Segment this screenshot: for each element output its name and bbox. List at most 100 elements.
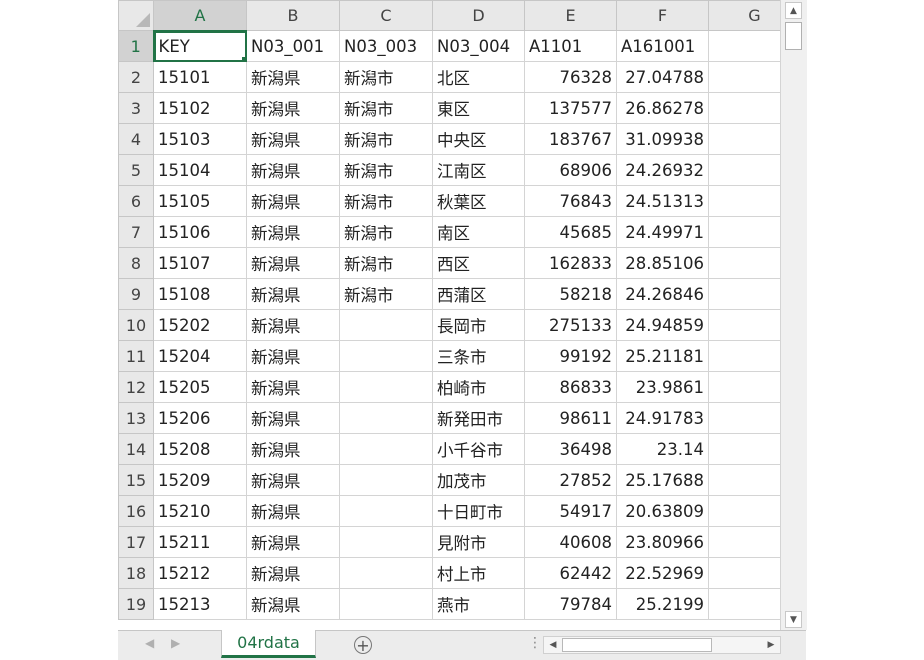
cell-d2[interactable]: 北区 (432, 61, 525, 93)
column-header-e[interactable]: E (524, 0, 617, 31)
cell-f6[interactable]: 24.51313 (616, 185, 709, 217)
cell-a10[interactable]: 15202 (153, 309, 247, 341)
row-header[interactable]: 4 (118, 123, 154, 155)
column-header-f[interactable]: F (616, 0, 709, 31)
cell-e12[interactable]: 86833 (524, 371, 617, 403)
cell-d8[interactable]: 西区 (432, 247, 525, 279)
cell-e17[interactable]: 40608 (524, 526, 617, 558)
cell-e7[interactable]: 45685 (524, 216, 617, 248)
cell-d6[interactable]: 秋葉区 (432, 185, 525, 217)
row-header[interactable]: 16 (118, 495, 154, 527)
row-header[interactable]: 7 (118, 216, 154, 248)
cell-b3[interactable]: 新潟県 (246, 92, 340, 124)
cell-a18[interactable]: 15212 (153, 557, 247, 589)
cell-c1[interactable]: N03_003 (339, 30, 433, 62)
scroll-right-icon[interactable]: ▶ (763, 637, 779, 653)
cell-f14[interactable]: 23.14 (616, 433, 709, 465)
cell-d3[interactable]: 東区 (432, 92, 525, 124)
cell-f16[interactable]: 20.63809 (616, 495, 709, 527)
cell-e18[interactable]: 62442 (524, 557, 617, 589)
cell-c18[interactable] (339, 557, 433, 589)
cell-f9[interactable]: 24.26846 (616, 278, 709, 310)
row-header[interactable]: 9 (118, 278, 154, 310)
row-header[interactable]: 13 (118, 402, 154, 434)
cell-c3[interactable]: 新潟市 (339, 92, 433, 124)
cell-e3[interactable]: 137577 (524, 92, 617, 124)
spreadsheet-area[interactable]: ABCDEFG 1 KEY N03_001 N03_003 N03_004 A1101 A1… (118, 0, 806, 660)
next-sheet-icon[interactable]: ▶ (171, 636, 180, 650)
cell-a2[interactable]: 15101 (153, 61, 247, 93)
cell-a17[interactable]: 15211 (153, 526, 247, 558)
cell-c10[interactable] (339, 309, 433, 341)
cell-d18[interactable]: 村上市 (432, 557, 525, 589)
row-header[interactable]: 8 (118, 247, 154, 279)
add-sheet-icon[interactable]: + (354, 636, 372, 654)
row-header[interactable]: 1 (118, 30, 155, 62)
cell-b7[interactable]: 新潟県 (246, 216, 340, 248)
column-header-b[interactable]: B (246, 0, 340, 31)
cell-c15[interactable] (339, 464, 433, 496)
row-header[interactable]: 3 (118, 92, 154, 124)
cell-d19[interactable]: 燕市 (432, 588, 525, 620)
cell-c2[interactable]: 新潟市 (339, 61, 433, 93)
cell-b6[interactable]: 新潟県 (246, 185, 340, 217)
row-header[interactable]: 5 (118, 154, 154, 186)
cell-d5[interactable]: 江南区 (432, 154, 525, 186)
cell-b14[interactable]: 新潟県 (246, 433, 340, 465)
cell-d13[interactable]: 新発田市 (432, 402, 525, 434)
cell-c7[interactable]: 新潟市 (339, 216, 433, 248)
cell-c19[interactable] (339, 588, 433, 620)
cell-f10[interactable]: 24.94859 (616, 309, 709, 341)
row-header[interactable]: 17 (118, 526, 154, 558)
row-header[interactable]: 12 (118, 371, 154, 403)
cell-e8[interactable]: 162833 (524, 247, 617, 279)
vertical-scrollbar[interactable]: ▲ ▼ (780, 0, 807, 630)
cell-b15[interactable]: 新潟県 (246, 464, 340, 496)
cell-e19[interactable]: 79784 (524, 588, 617, 620)
row-header[interactable]: 11 (118, 340, 154, 372)
column-header-a[interactable]: A (153, 0, 247, 32)
cell-b12[interactable]: 新潟県 (246, 371, 340, 403)
cell-a11[interactable]: 15204 (153, 340, 247, 372)
cell-a5[interactable]: 15104 (153, 154, 247, 186)
cell-e11[interactable]: 99192 (524, 340, 617, 372)
cell-a8[interactable]: 15107 (153, 247, 247, 279)
cell-b17[interactable]: 新潟県 (246, 526, 340, 558)
cell-b5[interactable]: 新潟県 (246, 154, 340, 186)
cell-c14[interactable] (339, 433, 433, 465)
cell-d1[interactable]: N03_004 (432, 30, 525, 62)
horizontal-scroll-thumb[interactable] (562, 638, 712, 652)
row-header[interactable]: 15 (118, 464, 154, 496)
row-header[interactable]: 14 (118, 433, 154, 465)
cell-b10[interactable]: 新潟県 (246, 309, 340, 341)
cell-d15[interactable]: 加茂市 (432, 464, 525, 496)
cell-c5[interactable]: 新潟市 (339, 154, 433, 186)
cell-f8[interactable]: 28.85106 (616, 247, 709, 279)
cell-f15[interactable]: 25.17688 (616, 464, 709, 496)
cell-d7[interactable]: 南区 (432, 216, 525, 248)
cell-e15[interactable]: 27852 (524, 464, 617, 496)
cell-a16[interactable]: 15210 (153, 495, 247, 527)
scroll-up-icon[interactable]: ▲ (785, 2, 802, 19)
tab-split-handle-icon[interactable]: ⋮ (528, 635, 543, 651)
scroll-down-icon[interactable]: ▼ (785, 611, 802, 628)
cell-e2[interactable]: 76328 (524, 61, 617, 93)
prev-sheet-icon[interactable]: ◀ (145, 636, 154, 650)
cell-a9[interactable]: 15108 (153, 278, 247, 310)
horizontal-scrollbar[interactable]: ◀ ▶ (543, 636, 781, 654)
cell-b9[interactable]: 新潟県 (246, 278, 340, 310)
cell-d17[interactable]: 見附市 (432, 526, 525, 558)
select-all-button[interactable] (118, 0, 154, 31)
cell-f2[interactable]: 27.04788 (616, 61, 709, 93)
cell-d12[interactable]: 柏崎市 (432, 371, 525, 403)
cell-c17[interactable] (339, 526, 433, 558)
cell-f4[interactable]: 31.09938 (616, 123, 709, 155)
cell-b19[interactable]: 新潟県 (246, 588, 340, 620)
cell-f13[interactable]: 24.91783 (616, 402, 709, 434)
cell-f18[interactable]: 22.52969 (616, 557, 709, 589)
cell-a14[interactable]: 15208 (153, 433, 247, 465)
row-header[interactable]: 19 (118, 588, 154, 620)
cell-c9[interactable]: 新潟市 (339, 278, 433, 310)
cell-d14[interactable]: 小千谷市 (432, 433, 525, 465)
cell-b11[interactable]: 新潟県 (246, 340, 340, 372)
